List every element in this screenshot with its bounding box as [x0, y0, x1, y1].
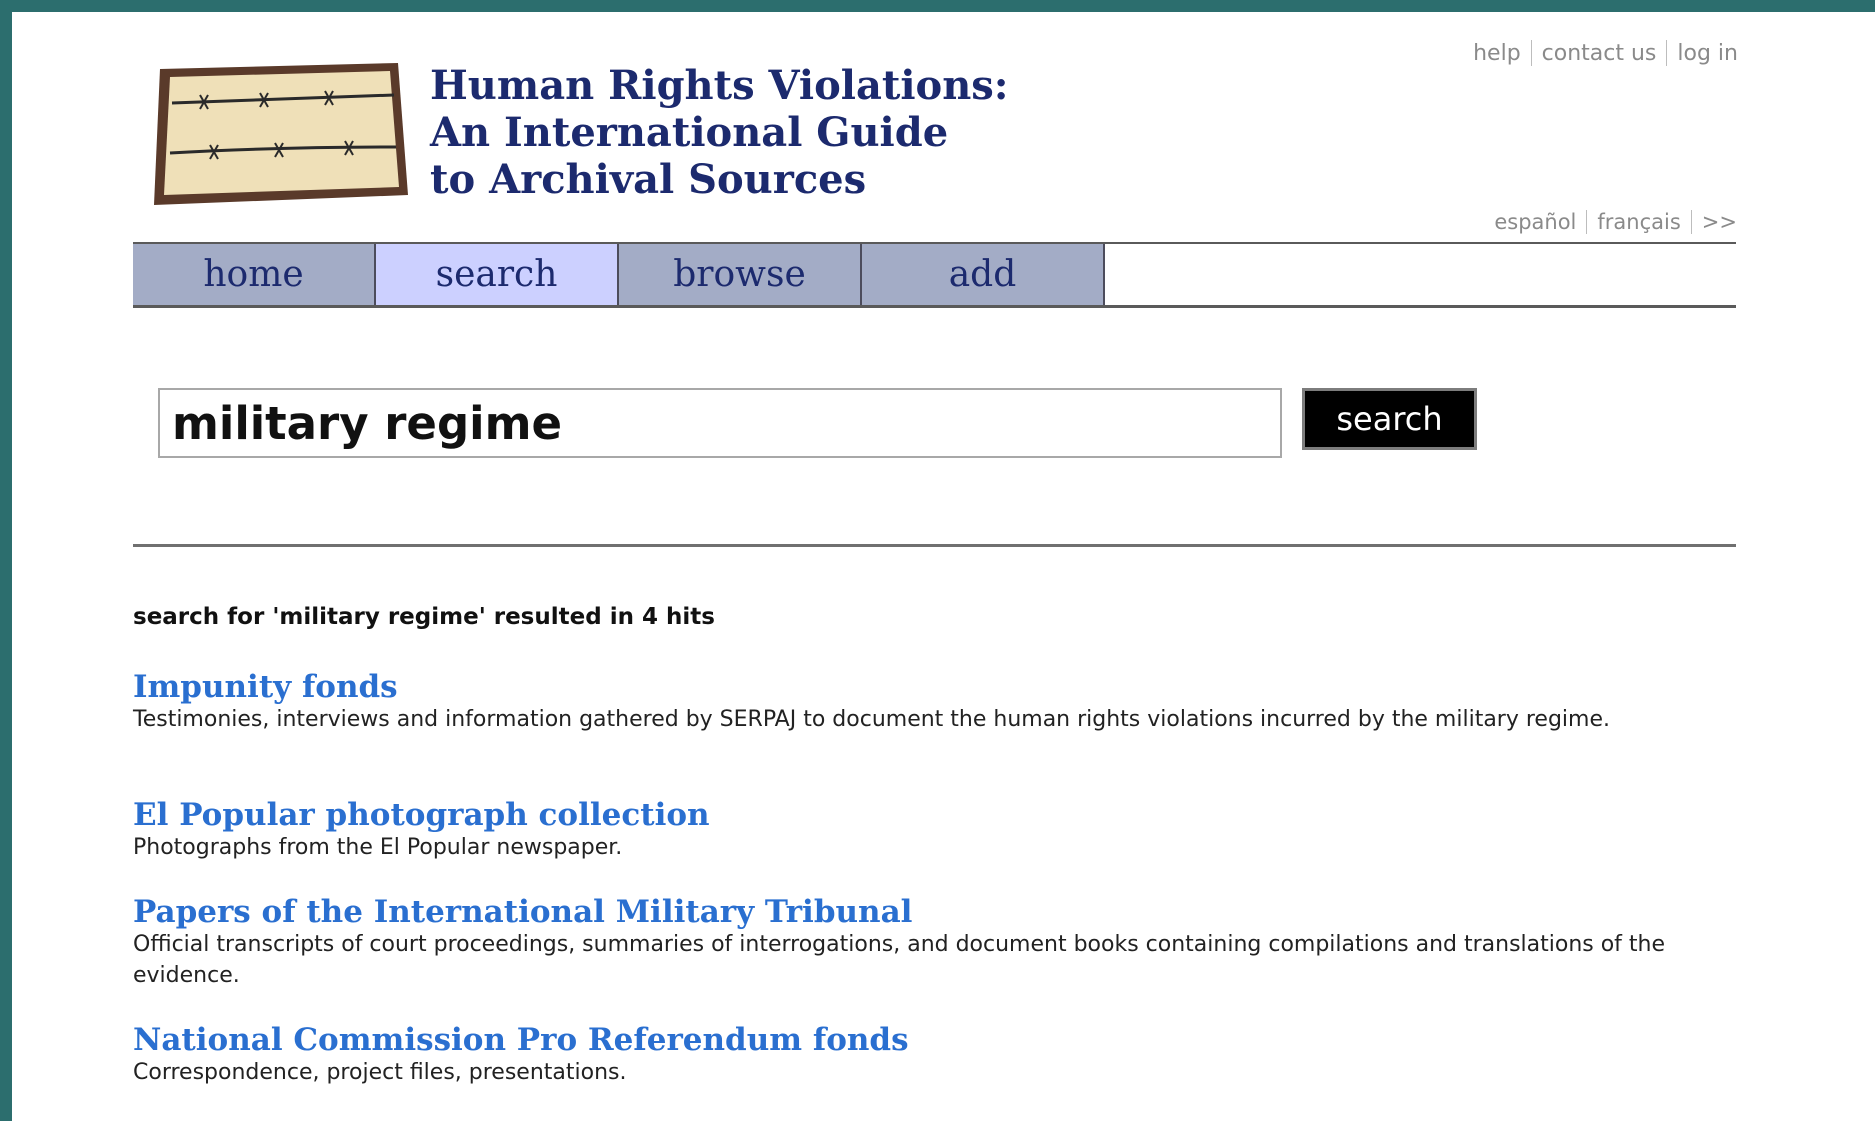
result-item: Papers of the International Military Tri…: [133, 893, 1743, 991]
nav-tab-browse[interactable]: browse: [619, 244, 862, 305]
link-separator: [1690, 210, 1692, 234]
nav-tab-search[interactable]: search: [376, 244, 619, 305]
result-title-link[interactable]: Papers of the International Military Tri…: [133, 893, 1743, 931]
help-link[interactable]: help: [1473, 41, 1521, 66]
main-nav: home search browse add: [133, 242, 1736, 308]
link-separator: [1666, 40, 1668, 66]
result-item: El Popular photograph collection Photogr…: [133, 796, 1743, 863]
language-links: español français >>: [1494, 210, 1737, 234]
result-description: Testimonies, interviews and information …: [133, 707, 1610, 732]
more-languages-link[interactable]: >>: [1702, 210, 1737, 234]
barbed-wire-logo: [154, 63, 408, 205]
utility-links: help contact us log in: [1473, 40, 1738, 66]
site-title-line: An International Guide: [430, 109, 949, 156]
result-item: Impunity fonds Testimonies, interviews a…: [133, 668, 1743, 735]
result-title-link[interactable]: El Popular photograph collection: [133, 796, 1743, 834]
result-description: Correspondence, project files, presentat…: [133, 1060, 627, 1085]
result-description: Photographs from the El Popular newspape…: [133, 835, 623, 860]
result-description: Official transcripts of court proceeding…: [133, 932, 1666, 988]
result-title-link[interactable]: Impunity fonds: [133, 668, 1743, 706]
window-frame-top: [0, 0, 1875, 12]
nav-tab-home[interactable]: home: [133, 244, 376, 305]
site-title-line: to Archival Sources: [430, 156, 867, 203]
result-title-link[interactable]: National Commission Pro Referendum fonds: [133, 1021, 1743, 1059]
site-title-line: Human Rights Violations:: [430, 62, 1009, 109]
site-title: Human Rights Violations: An Internationa…: [430, 62, 1009, 203]
language-francais-link[interactable]: français: [1597, 210, 1680, 234]
results-summary: search for 'military regime' resulted in…: [133, 604, 715, 630]
result-item: National Commission Pro Referendum fonds…: [133, 1021, 1743, 1088]
log-in-link[interactable]: log in: [1677, 41, 1738, 66]
link-separator: [1530, 40, 1532, 66]
nav-tab-add[interactable]: add: [862, 244, 1105, 305]
search-button[interactable]: search: [1302, 388, 1477, 450]
window-frame-left: [0, 0, 12, 1121]
search-input[interactable]: [158, 388, 1282, 458]
link-separator: [1586, 210, 1588, 234]
language-espanol-link[interactable]: español: [1494, 210, 1576, 234]
section-divider: [133, 544, 1736, 547]
contact-us-link[interactable]: contact us: [1542, 41, 1657, 66]
